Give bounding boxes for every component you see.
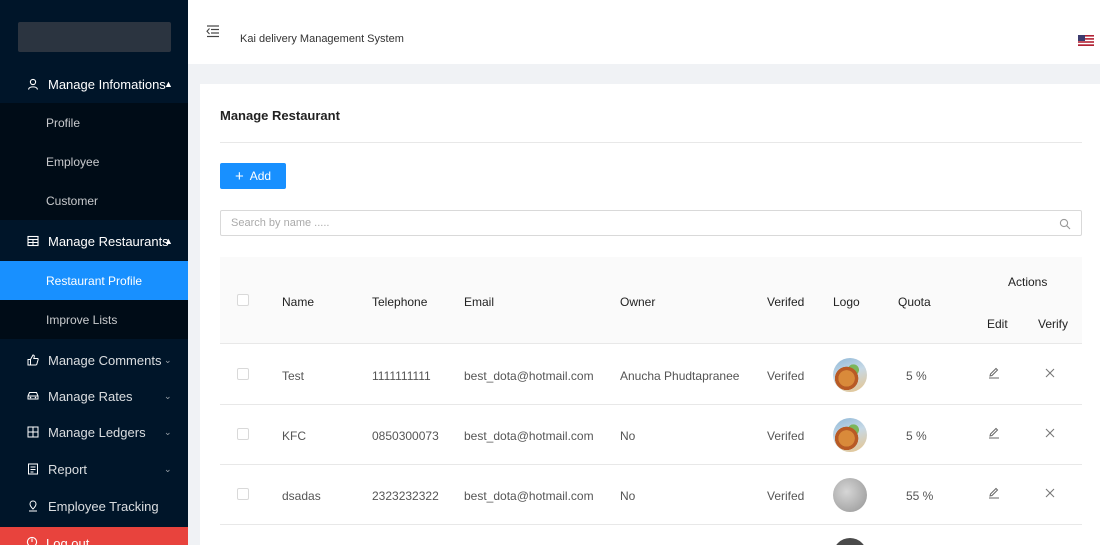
menu-manage-comments[interactable]: Manage Comments ⌄ [0, 341, 188, 379]
logout-icon [26, 536, 38, 545]
edit-icon[interactable] [986, 485, 1002, 501]
logout-label: Log out [46, 536, 90, 545]
col-owner[interactable]: Owner [620, 295, 655, 309]
restaurant-logo-image [833, 358, 867, 392]
edit-icon[interactable] [986, 365, 1002, 381]
close-icon[interactable] [1042, 365, 1058, 381]
row-checkbox[interactable] [237, 428, 249, 440]
cell-name: dsadas [282, 489, 321, 503]
submenu-infomations: Profile Employee Customer [0, 103, 188, 220]
sidebar-item-restaurant-profile[interactable]: Restaurant Profile [0, 261, 188, 300]
cell-owner: No [620, 429, 636, 443]
cell-owner: No [620, 489, 636, 503]
restaurant-logo-image [833, 478, 867, 512]
table-row[interactable]: Test 1111111111 best_dota@hotmail.com An… [220, 345, 1082, 405]
add-label: Add [249, 169, 272, 183]
app-logo [18, 22, 171, 52]
user-icon [26, 78, 40, 90]
col-telephone[interactable]: Telephone [372, 295, 427, 309]
car-icon [26, 390, 40, 402]
like-icon [26, 354, 40, 366]
col-verify: Verify [1038, 317, 1069, 331]
cell-name: Test [282, 369, 305, 383]
cell-email: best_dota@hotmail.com [464, 489, 594, 503]
us-flag-icon[interactable] [1078, 33, 1094, 46]
table-header: Name Telephone Email Owner Verifed Logo … [220, 257, 1082, 344]
cell-telephone: 0850300073 [372, 429, 439, 443]
chevron-down-icon: ⌄ [164, 463, 172, 474]
restaurant-logo-image [833, 538, 867, 545]
logout-button[interactable]: Log out [0, 527, 188, 545]
add-button[interactable]: + Add [220, 163, 286, 189]
cell-email: best_dota@hotmail.com [464, 369, 594, 383]
top-header: Kai delivery Management System [188, 0, 1100, 64]
chevron-up-icon: ▲ [164, 79, 173, 89]
menu-report[interactable]: Report ⌄ [0, 450, 188, 488]
page-title: Manage Restaurant [220, 108, 340, 123]
restaurant-logo-image [833, 418, 867, 452]
chevron-down-icon: ⌄ [164, 354, 172, 365]
search-box [220, 210, 1082, 236]
shop-icon [26, 235, 40, 247]
calculator-icon [26, 426, 40, 438]
cell-quota: 5 % [906, 369, 927, 383]
sidebar-item-customer[interactable]: Customer [0, 181, 188, 220]
close-icon[interactable] [1042, 485, 1058, 501]
cell-telephone: 1111111111 [372, 369, 431, 383]
report-icon [26, 463, 40, 475]
chevron-up-icon: ▲ [164, 236, 173, 246]
cell-verified: Verifed [767, 429, 805, 443]
sidebar: Manage Infomations ▲ Profile Employee Cu… [0, 0, 188, 545]
menu-manage-rates[interactable]: Manage Rates ⌄ [0, 377, 188, 415]
sidebar-item-profile[interactable]: Profile [0, 103, 188, 142]
submenu-restaurants: Restaurant Profile Improve Lists [0, 261, 188, 339]
col-verified[interactable]: Verifed [767, 295, 804, 309]
location-icon [26, 500, 40, 512]
menu-manage-restaurants[interactable]: Manage Restaurants ▲ [0, 222, 188, 260]
menu-manage-infomations[interactable]: Manage Infomations ▲ [0, 65, 188, 103]
menu-manage-ledgers[interactable]: Manage Ledgers ⌄ [0, 413, 188, 451]
table-row[interactable]: KFC 0850300073 best_dota@hotmail.com No … [220, 405, 1082, 465]
col-name[interactable]: Name [282, 295, 314, 309]
cell-quota: 5 % [906, 429, 927, 443]
table-row[interactable]: dsadas 2323232322 best_dota@hotmail.com … [220, 465, 1082, 525]
cell-verified: Verifed [767, 369, 805, 383]
chevron-down-icon: ⌄ [164, 426, 172, 437]
sidebar-item-employee[interactable]: Employee [0, 142, 188, 181]
col-edit: Edit [987, 317, 1008, 331]
close-icon[interactable] [1042, 425, 1058, 441]
edit-icon[interactable] [986, 425, 1002, 441]
cell-quota: 55 % [906, 489, 934, 503]
menu-fold-icon[interactable] [206, 24, 220, 38]
cell-owner: Anucha Phudtapranee [620, 369, 740, 383]
content-card: Manage Restaurant + Add Name Telephone E… [200, 84, 1100, 545]
col-logo: Logo [833, 295, 860, 309]
menu-label: Employee Tracking [48, 498, 159, 514]
cell-name: KFC [282, 429, 306, 443]
sidebar-item-improve-lists[interactable]: Improve Lists [0, 300, 188, 339]
menu-label: Manage Ledgers [48, 424, 146, 440]
menu-label: Manage Infomations [48, 76, 166, 92]
col-actions: Actions [1008, 275, 1048, 289]
row-checkbox[interactable] [237, 368, 249, 380]
chevron-down-icon: ⌄ [164, 390, 172, 401]
col-email[interactable]: Email [464, 295, 494, 309]
select-all-checkbox[interactable] [237, 294, 249, 306]
cell-telephone: 2323232322 [372, 489, 439, 503]
menu-label: Manage Comments [48, 352, 162, 368]
col-quota[interactable]: Quota [898, 295, 931, 309]
menu-label: Manage Restaurants [48, 233, 169, 249]
app-title: Kai delivery Management System [240, 33, 404, 45]
cell-verified: Verifed [767, 489, 805, 503]
row-checkbox[interactable] [237, 488, 249, 500]
menu-label: Manage Rates [48, 388, 133, 404]
divider [220, 142, 1082, 143]
plus-icon: + [234, 167, 244, 185]
menu-label: Report [48, 461, 88, 477]
menu-employee-tracking[interactable]: Employee Tracking [0, 487, 188, 525]
search-icon[interactable] [1059, 217, 1071, 230]
search-input[interactable] [221, 211, 1041, 235]
cell-email: best_dota@hotmail.com [464, 429, 594, 443]
table-row[interactable] [220, 525, 1082, 545]
